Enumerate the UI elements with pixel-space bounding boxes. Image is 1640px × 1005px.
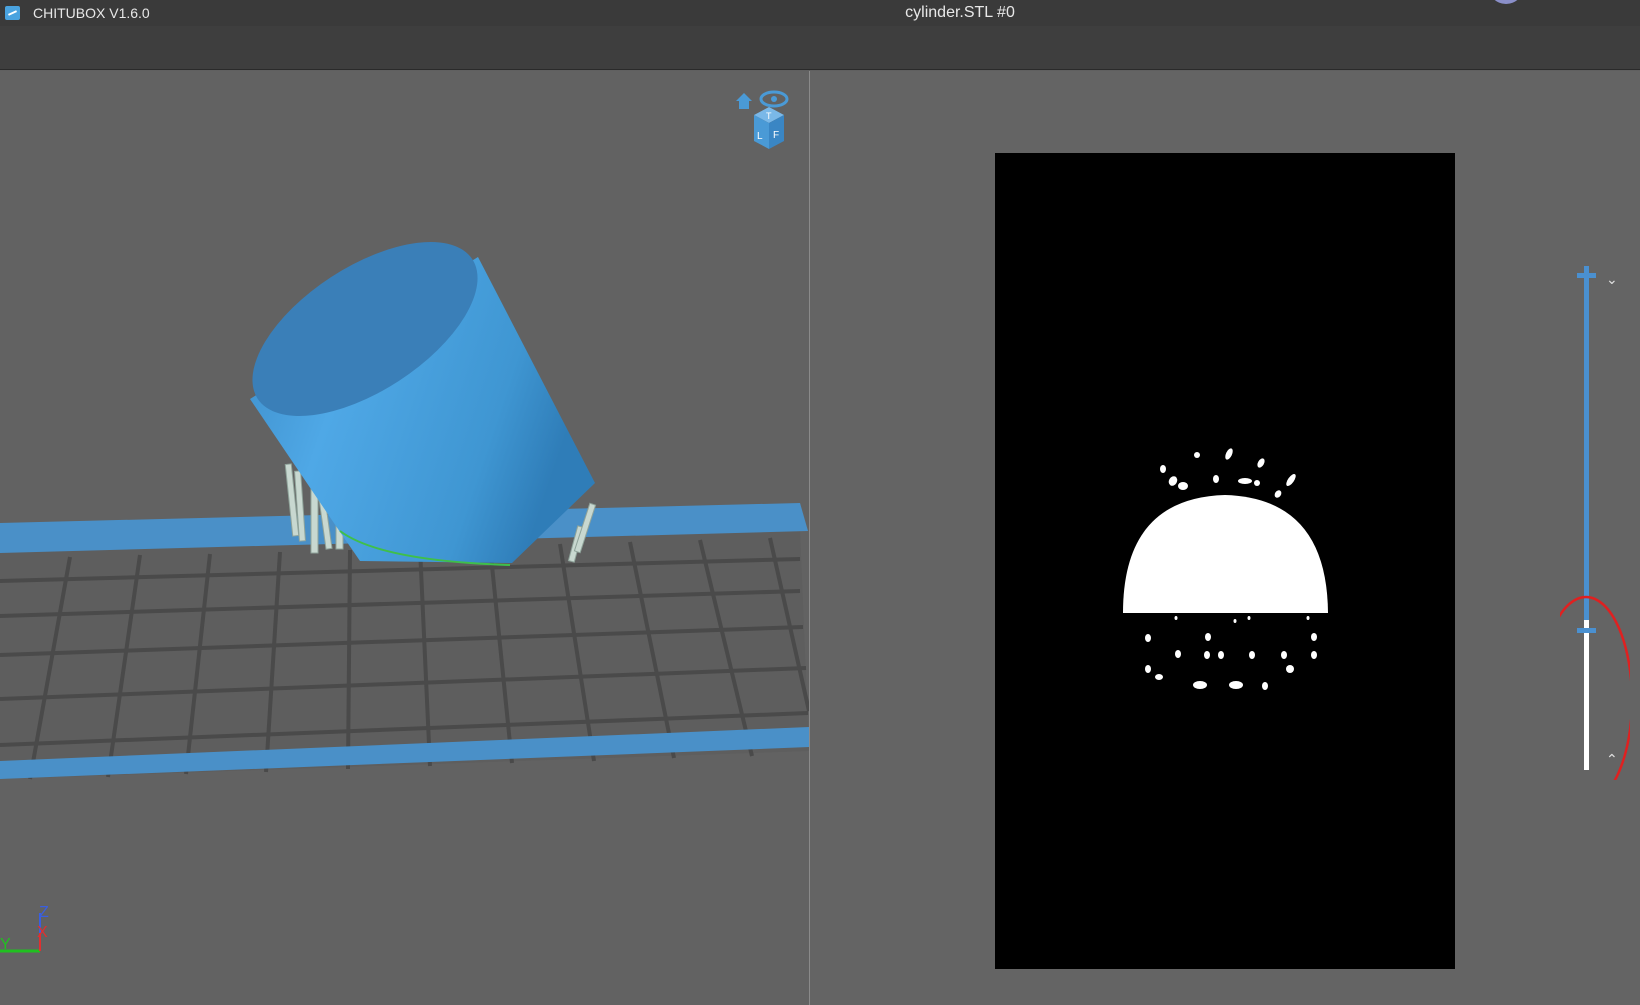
- orientation-cube-icon[interactable]: T L F: [754, 107, 784, 149]
- slice-preview-viewport[interactable]: [810, 71, 1640, 1005]
- 3d-viewport[interactable]: T L F Z X Y: [0, 71, 809, 1005]
- cube-face-top: T: [766, 111, 772, 121]
- cylinder-model[interactable]: [224, 207, 595, 566]
- chevron-down-icon[interactable]: ⌄: [1606, 272, 1618, 288]
- axis-x-label: X: [37, 924, 48, 941]
- cube-face-left: L: [757, 131, 763, 142]
- eye-icon[interactable]: [759, 90, 789, 108]
- view-cube[interactable]: T L F: [732, 89, 792, 153]
- slice-image: [995, 153, 1455, 969]
- axis-z-label: Z: [39, 904, 49, 921]
- toolbar: [0, 26, 1640, 70]
- highlight-circle: [1538, 595, 1634, 805]
- build-plate-scene[interactable]: [0, 71, 809, 1005]
- axis-y-label: Y: [0, 936, 11, 953]
- layer-slider-top-handle[interactable]: [1577, 273, 1596, 278]
- layer-slider[interactable]: ⌄ ⌃: [1538, 260, 1634, 805]
- slice-cross-section: [1123, 495, 1328, 613]
- cube-face-front: F: [773, 130, 779, 141]
- axis-gizmo: Z X Y: [0, 899, 60, 959]
- layer-slider-track-remaining[interactable]: [1584, 620, 1589, 770]
- chevron-up-icon[interactable]: ⌃: [1606, 752, 1618, 768]
- document-title: cylinder.STL #0: [905, 4, 1015, 21]
- title-bar: CHITUBOX V1.6.0 cylinder.STL #0: [0, 0, 1640, 26]
- layer-slider-track-active[interactable]: [1584, 266, 1589, 620]
- layer-slider-handle[interactable]: [1577, 628, 1596, 633]
- home-icon[interactable]: [736, 93, 752, 109]
